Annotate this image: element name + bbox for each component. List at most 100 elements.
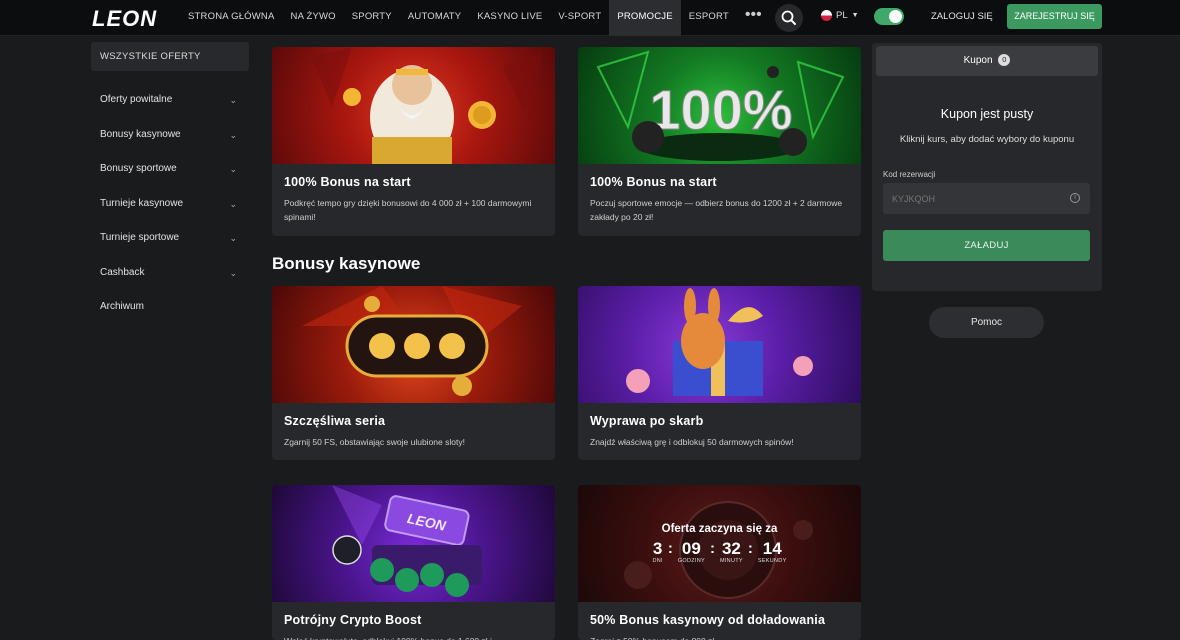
- search-button[interactable]: [775, 4, 803, 32]
- card-title: 100% Bonus na start: [590, 175, 717, 189]
- chevron-down-icon: ⌄: [229, 198, 237, 209]
- coupon-title: Kupon: [963, 55, 993, 66]
- sidebar-item-label: Cashback: [100, 266, 145, 278]
- slot-reel-illustration: [302, 286, 522, 396]
- promo-card-treasure-hunt[interactable]: Wyprawa po skarb Znajdź właściwą grę i o…: [578, 286, 861, 460]
- card-description: Zgarnij 50 FS, obstawiając swoje ulubion…: [284, 437, 465, 447]
- toggle-knob: [889, 10, 902, 23]
- countdown-minutes: 32 MINUTY: [719, 539, 743, 565]
- promo-card-casino-welcome[interactable]: 100% Bonus na start Podkręć tempo gry dz…: [272, 47, 555, 236]
- crypto-boost-banner-image: LEON: [272, 485, 555, 602]
- more-menu-icon[interactable]: •••: [737, 0, 770, 36]
- nav-sporty[interactable]: SPORTY: [344, 0, 400, 36]
- top-header: LEON STRONA GŁÓWNA NA ŻYWO SPORTY AUTOMA…: [0, 0, 1180, 36]
- sidebar-item-label: Bonusy kasynowe: [100, 128, 181, 140]
- sport-100-banner-image: 100%: [578, 47, 861, 164]
- promo-card-reload-bonus[interactable]: Oferta zaczyna się za 3 DNI : 09 GODZINY :…: [578, 485, 861, 640]
- nav-esport[interactable]: ESPORT: [681, 0, 737, 36]
- sidebar-item-label: Archiwum: [100, 301, 144, 312]
- load-coupon-button[interactable]: ZAŁADUJ: [883, 230, 1090, 261]
- card-title: Wyprawa po skarb: [590, 414, 704, 428]
- crypto-chest-illustration: LEON: [332, 485, 482, 597]
- countdown-values: 3 DNI : 09 GODZINY : 32 MINUTY : 14 SEKUNDY: [578, 539, 861, 565]
- chevron-down-icon: ⌄: [229, 164, 237, 174]
- card-title: Potrójny Crypto Boost: [284, 613, 422, 627]
- sidebar-item-label: Turnieje kasynowe: [100, 197, 184, 209]
- countdown-title: Oferta zaczyna się za: [661, 523, 778, 535]
- nav-v-sport[interactable]: V-SPORT: [550, 0, 609, 36]
- countdown-minutes-label: MINUTY: [719, 558, 743, 564]
- coupon-empty-hint: Kliknij kurs, aby dodać wybory do kuponu: [899, 134, 1075, 145]
- offer-countdown: Oferta zaczyna się za 3 DNI : 09 GODZINY :…: [578, 523, 861, 564]
- coupon-tab[interactable]: Kupon 0: [876, 46, 1098, 76]
- card-description: Podkręć tempo gry dzięki bonusowi do 4 0…: [284, 198, 532, 222]
- countdown-seconds-value: 14: [762, 539, 782, 558]
- nav-automaty[interactable]: AUTOMATY: [400, 0, 470, 36]
- leon-logo[interactable]: LEON: [92, 6, 157, 32]
- help-button[interactable]: Pomoc: [929, 307, 1044, 338]
- coupon-empty-title: Kupon jest pusty: [940, 107, 1034, 121]
- chevron-down-icon: ⌄: [229, 129, 237, 140]
- sidebar-item-label: Turnieje sportowe: [100, 232, 180, 243]
- promotions-sidebar: WSZYSTKIE OFERTY Oferty powitalne ⌄ Bonus…: [91, 42, 249, 325]
- language-code: PL: [836, 10, 848, 21]
- sidebar-item-sport-bonuses[interactable]: Bonusy sportowe ⌄: [91, 152, 249, 187]
- countdown-days: 3 DNI: [652, 539, 663, 565]
- nav-promocje[interactable]: PROMOCJE: [609, 0, 681, 36]
- sidebar-item-cashback[interactable]: Cashback ⌄: [91, 256, 249, 291]
- main-nav: STRONA GŁÓWNA NA ŻYWO SPORTY AUTOMATY KA…: [180, 0, 770, 36]
- sport-100-illustration: 100%: [596, 50, 845, 161]
- sidebar-item-label: Bonusy sportowe: [100, 163, 177, 174]
- search-icon: [781, 10, 796, 25]
- chevron-down-icon: ⌄: [229, 95, 237, 105]
- countdown-minutes-value: 32: [721, 539, 741, 558]
- countdown-hours: 09 GODZINY: [677, 539, 705, 565]
- card-description: Poczuj sportowe emocje — odbierz bonus d…: [590, 198, 843, 222]
- card-description: Wpłać kryptowalutę, odblokuj 100% bonus …: [272, 627, 555, 640]
- countdown-seconds: 14 SEKUNDY: [757, 539, 787, 565]
- zeus-banner-image: [272, 47, 555, 165]
- poland-flag-icon: [821, 10, 832, 21]
- card-title: Szczęśliwa seria: [284, 414, 386, 428]
- countdown-days-value: 3: [652, 539, 663, 558]
- promo-card-crypto-boost[interactable]: LEON Potrójny Crypto Boost Wpłać kryptow…: [272, 485, 555, 640]
- countdown-separator: :: [747, 540, 753, 557]
- sidebar-item-archive[interactable]: Archiwum: [91, 290, 249, 325]
- nav-kasyno-live[interactable]: KASYNO LIVE: [469, 0, 550, 36]
- art-text-100: 100%: [649, 78, 792, 141]
- coupon-panel: Kupon 0 Kupon jest pusty Kliknij kurs, a…: [872, 43, 1102, 291]
- countdown-hours-label: GODZINY: [677, 558, 705, 564]
- info-icon[interactable]: i: [1070, 193, 1080, 203]
- reload-bonus-banner-image: Oferta zaczyna się za 3 DNI : 09 GODZINY :…: [578, 485, 861, 602]
- card-description: Znajdź właściwą grę i odblokuj 50 darmow…: [590, 437, 794, 447]
- sidebar-item-label: Oferty powitalne: [100, 94, 173, 105]
- section-title-casino-bonuses: Bonusy kasynowe: [272, 254, 421, 273]
- promo-card-lucky-streak[interactable]: Szczęśliwa seria Zgarnij 50 FS, obstawia…: [272, 286, 555, 460]
- chevron-down-icon: ⌄: [229, 233, 237, 243]
- card-title: 50% Bonus kasynowy od doładowania: [590, 613, 826, 627]
- treasure-hunt-banner-image: [578, 286, 861, 403]
- promo-card-sport-welcome[interactable]: 100% 100% Bonus na start Poczuj sportowe…: [578, 47, 861, 236]
- bunny-gift-illustration: [626, 288, 813, 396]
- countdown-days-label: DNI: [652, 558, 663, 564]
- countdown-separator: :: [709, 540, 715, 557]
- login-button[interactable]: ZALOGUJ SIĘ: [931, 11, 993, 22]
- theme-toggle[interactable]: [874, 8, 904, 25]
- countdown-hours-value: 09: [681, 539, 701, 558]
- card-title: 100% Bonus na start: [284, 175, 411, 189]
- sidebar-item-casino-bonuses[interactable]: Bonusy kasynowe ⌄: [91, 118, 249, 153]
- sidebar-item-casino-tournaments[interactable]: Turnieje kasynowe ⌄: [91, 187, 249, 222]
- nav-na-zywo[interactable]: NA ŻYWO: [283, 0, 344, 36]
- sidebar-item-welcome-offers[interactable]: Oferty powitalne ⌄: [91, 83, 249, 118]
- language-selector[interactable]: PL ▼: [821, 10, 859, 21]
- card-description: Zagraj z 50% bonusem do 800 zł: [578, 627, 861, 640]
- lucky-streak-banner-image: [272, 286, 555, 403]
- sidebar-item-all-offers[interactable]: WSZYSTKIE OFERTY: [91, 42, 249, 71]
- coupon-count-badge: 0: [998, 54, 1011, 67]
- countdown-seconds-label: SEKUNDY: [757, 558, 787, 564]
- reservation-code-input[interactable]: [883, 183, 1090, 214]
- sidebar-item-sport-tournaments[interactable]: Turnieje sportowe ⌄: [91, 221, 249, 256]
- nav-strona-glowna[interactable]: STRONA GŁÓWNA: [180, 0, 283, 36]
- chevron-down-icon: ▼: [851, 12, 859, 19]
- register-button[interactable]: ZAREJESTRUJ SIĘ: [1007, 4, 1102, 29]
